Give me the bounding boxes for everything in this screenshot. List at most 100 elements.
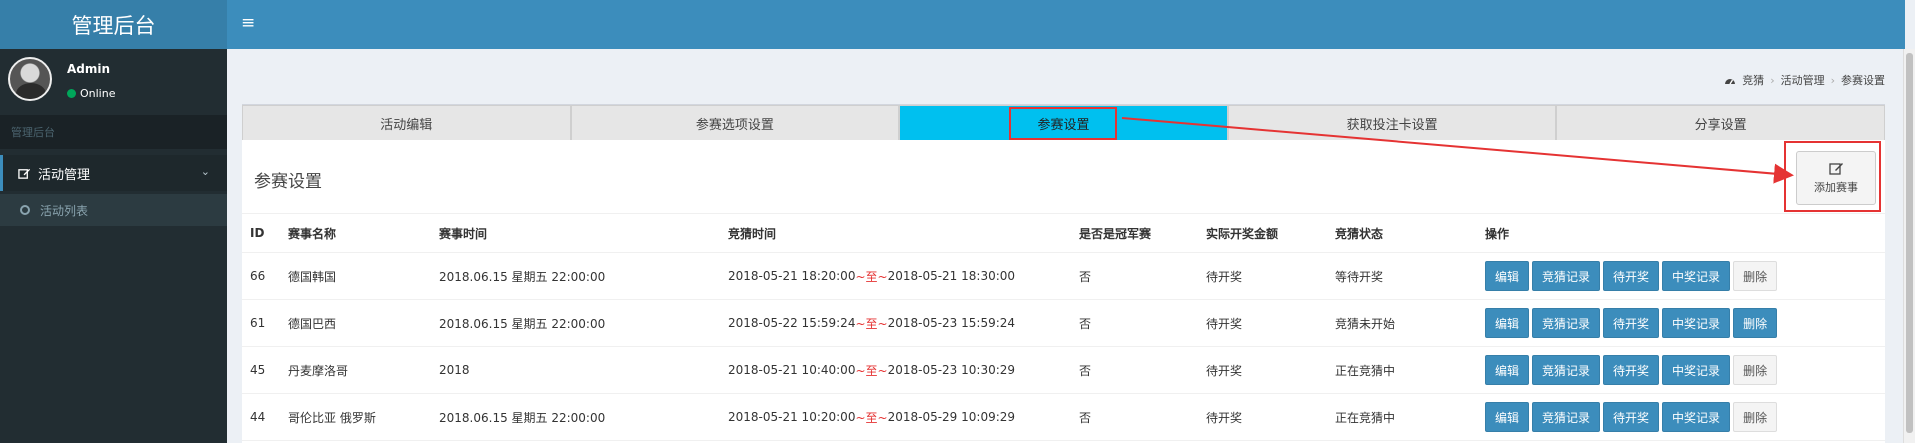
cell-champion: 否 bbox=[1079, 269, 1092, 284]
tab-betting-card-settings[interactable]: 获取投注卡设置 bbox=[1227, 105, 1557, 140]
breadcrumb-separator-icon: › bbox=[1770, 73, 1775, 87]
breadcrumb-item[interactable]: 活动管理 bbox=[1781, 72, 1825, 88]
table-row: 61 德国巴西 2018.06.15 星期五 22:00:00 2018-05-22 … bbox=[242, 300, 1885, 347]
add-match-button[interactable]: 添加赛事 bbox=[1796, 151, 1876, 205]
guess-separator: ~至~ bbox=[855, 410, 888, 425]
action-buttons: 编辑 竞猜记录 待开奖 中奖记录 删除 bbox=[1485, 402, 1778, 432]
pending-draw-button[interactable]: 待开奖 bbox=[1603, 261, 1660, 291]
action-buttons: 编辑 竞猜记录 待开奖 中奖记录 删除 bbox=[1485, 355, 1778, 385]
menu-toggle-icon[interactable]: ≡ bbox=[241, 13, 255, 33]
column-header: 竞猜状态 bbox=[1335, 226, 1384, 241]
winner-records-button[interactable]: 中奖记录 bbox=[1662, 402, 1731, 432]
cell-amount: 待开奖 bbox=[1206, 363, 1243, 378]
cell-status: 竞猜未开始 bbox=[1335, 316, 1396, 331]
cell-status: 正在竞猜中 bbox=[1335, 363, 1396, 378]
pending-draw-button[interactable]: 待开奖 bbox=[1603, 402, 1660, 432]
cell-actions: 编辑 竞猜记录 待开奖 中奖记录 删除 bbox=[1485, 394, 1778, 440]
app-logo[interactable]: 管理后台 bbox=[0, 0, 227, 49]
tab-match-settings[interactable]: 参赛设置 bbox=[899, 105, 1228, 140]
cell-id: 45 bbox=[250, 363, 266, 377]
sidebar-header: 管理后台 bbox=[0, 115, 227, 149]
winner-records-button[interactable]: 中奖记录 bbox=[1662, 261, 1731, 291]
column-header: 实际开奖金额 bbox=[1206, 226, 1279, 241]
tab-label: 分享设置 bbox=[1694, 117, 1747, 133]
table-row: 66 德国韩国 2018.06.15 星期五 22:00:00 2018-05-21 … bbox=[242, 253, 1885, 300]
column-header: 竞猜时间 bbox=[728, 226, 777, 241]
guess-separator: ~至~ bbox=[855, 269, 888, 284]
breadcrumb: 竞猜 › 活动管理 › 参赛设置 bbox=[1724, 72, 1885, 88]
cell-id: 61 bbox=[250, 316, 266, 330]
pending-draw-button[interactable]: 待开奖 bbox=[1603, 308, 1660, 338]
column-header: 操作 bbox=[1485, 226, 1510, 241]
tab-label: 获取投注卡设置 bbox=[1346, 117, 1438, 133]
edit-icon bbox=[1828, 163, 1843, 175]
guess-start: 2018-05-21 10:20:00 bbox=[728, 410, 856, 424]
guess-end: 2018-05-23 15:59:24 bbox=[887, 316, 1016, 330]
cell-match-name: 德国巴西 bbox=[288, 316, 337, 331]
user-status: Online bbox=[67, 87, 115, 100]
guess-start: 2018-05-21 18:20:00 bbox=[728, 269, 856, 283]
cell-guess-time: 2018-05-22 15:59:24 ~至~ 2018-05-23 15:59:2… bbox=[728, 300, 1015, 346]
cell-id: 66 bbox=[250, 269, 266, 283]
delete-button[interactable]: 删除 bbox=[1733, 261, 1778, 291]
table-row: 45 丹麦摩洛哥 2018 2018-05-21 10:40:00 ~至~ 2018-05… bbox=[242, 347, 1885, 394]
cell-status: 等待开奖 bbox=[1335, 269, 1384, 284]
winner-records-button[interactable]: 中奖记录 bbox=[1662, 355, 1731, 385]
sidebar-item-activity-management[interactable]: 活动管理 ⌄ bbox=[0, 155, 227, 191]
cell-actions: 编辑 竞猜记录 待开奖 中奖记录 删除 bbox=[1485, 253, 1778, 299]
edit-button[interactable]: 编辑 bbox=[1485, 261, 1530, 291]
cell-champion: 否 bbox=[1079, 410, 1092, 425]
breadcrumb-separator-icon: › bbox=[1830, 73, 1835, 87]
online-dot-icon bbox=[67, 89, 76, 98]
guess-end: 2018-05-21 18:30:00 bbox=[887, 269, 1016, 283]
sidebar-item-activity-list[interactable]: 活动列表 bbox=[0, 194, 227, 226]
sidebar-item-label: 活动管理 bbox=[38, 167, 91, 183]
cell-status: 正在竞猜中 bbox=[1335, 410, 1396, 425]
edit-icon bbox=[18, 168, 31, 179]
column-header: 赛事时间 bbox=[439, 226, 488, 241]
tab-label: 参赛设置 bbox=[1009, 106, 1118, 140]
action-buttons: 编辑 竞猜记录 待开奖 中奖记录 删除 bbox=[1485, 261, 1778, 291]
avatar bbox=[8, 57, 52, 101]
winner-records-button[interactable]: 中奖记录 bbox=[1662, 308, 1731, 338]
column-header: 赛事名称 bbox=[288, 226, 337, 241]
chevron-down-icon[interactable]: ⌄ bbox=[201, 165, 210, 178]
content-box: 活动编辑 参赛选项设置 参赛设置 获取投注卡设置 分享设置 参赛设置 添加赛事 … bbox=[242, 104, 1885, 443]
dashboard-icon bbox=[1725, 78, 1736, 84]
edit-button[interactable]: 编辑 bbox=[1485, 355, 1530, 385]
guess-records-button[interactable]: 竞猜记录 bbox=[1532, 308, 1601, 338]
match-table: ID 赛事名称 赛事时间 竞猜时间 是否是冠军赛 实际开奖金额 竞猜状态 操作 … bbox=[242, 213, 1885, 441]
cell-guess-time: 2018-05-21 10:40:00 ~至~ 2018-05-23 10:30:2… bbox=[728, 347, 1015, 393]
delete-button[interactable]: 删除 bbox=[1733, 355, 1778, 385]
column-header: ID bbox=[250, 226, 265, 240]
tab-label: 参赛选项设置 bbox=[695, 117, 774, 133]
page-scrollbar[interactable] bbox=[1903, 49, 1915, 443]
action-buttons: 编辑 竞猜记录 待开奖 中奖记录 删除 bbox=[1485, 308, 1778, 338]
delete-button[interactable]: 删除 bbox=[1733, 402, 1778, 432]
column-header: 是否是冠军赛 bbox=[1079, 226, 1152, 241]
breadcrumb-item[interactable]: 竞猜 bbox=[1742, 72, 1764, 88]
guess-end: 2018-05-23 10:30:29 bbox=[887, 363, 1016, 377]
edit-button[interactable]: 编辑 bbox=[1485, 308, 1530, 338]
guess-end: 2018-05-29 10:09:29 bbox=[887, 410, 1016, 424]
cell-actions: 编辑 竞猜记录 待开奖 中奖记录 删除 bbox=[1485, 300, 1778, 346]
cell-guess-time: 2018-05-21 18:20:00 ~至~ 2018-05-21 18:30:0… bbox=[728, 253, 1015, 299]
tab-activity-edit[interactable]: 活动编辑 bbox=[242, 105, 571, 140]
box-title: 参赛设置 bbox=[254, 172, 322, 192]
tab-option-settings[interactable]: 参赛选项设置 bbox=[570, 105, 900, 140]
guess-records-button[interactable]: 竞猜记录 bbox=[1532, 261, 1601, 291]
guess-records-button[interactable]: 竞猜记录 bbox=[1532, 355, 1601, 385]
cell-amount: 待开奖 bbox=[1206, 410, 1243, 425]
tab-share-settings[interactable]: 分享设置 bbox=[1556, 105, 1885, 140]
cell-match-name: 哥伦比亚 俄罗斯 bbox=[288, 410, 376, 425]
guess-separator: ~至~ bbox=[855, 316, 888, 331]
top-navbar: ≡ bbox=[227, 0, 1905, 49]
guess-records-button[interactable]: 竞猜记录 bbox=[1532, 402, 1601, 432]
pending-draw-button[interactable]: 待开奖 bbox=[1603, 355, 1660, 385]
delete-button[interactable]: 删除 bbox=[1733, 308, 1778, 338]
cell-champion: 否 bbox=[1079, 363, 1092, 378]
edit-button[interactable]: 编辑 bbox=[1485, 402, 1530, 432]
cell-amount: 待开奖 bbox=[1206, 269, 1243, 284]
user-name: Admin bbox=[67, 62, 111, 76]
guess-separator: ~至~ bbox=[855, 363, 888, 378]
